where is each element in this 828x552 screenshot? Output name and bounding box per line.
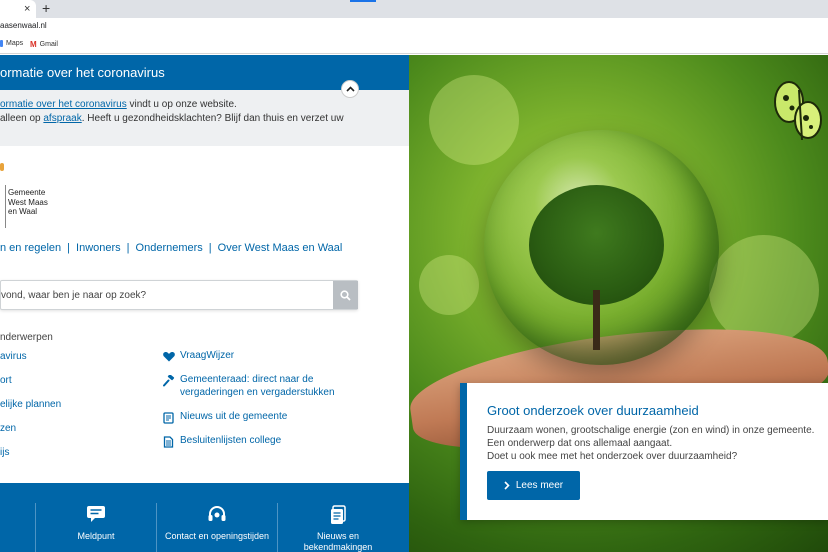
- topic-link-besluitenlijsten[interactable]: Besluitenlijsten college: [162, 435, 355, 448]
- corona-line-2: alleen op afspraak. Heeft u gezondheidsk…: [0, 113, 344, 124]
- bookmark-gmail-label: Gmail: [39, 41, 58, 48]
- promo-card: Groot onderzoek over duurzaamheid Duurza…: [460, 383, 828, 520]
- corona-line-1: ormatie over het coronavirus vindt u op …: [0, 99, 237, 110]
- bar-divider: [35, 503, 36, 552]
- nav-separator: |: [126, 242, 130, 254]
- bookmark-maps[interactable]: Maps: [0, 40, 23, 47]
- topic-link-nieuws[interactable]: Nieuws uit de gemeente: [162, 411, 355, 424]
- nav-item-regelen[interactable]: n en regelen: [0, 242, 61, 254]
- topic-label: Gemeenteraad: direct naar de vergadering…: [180, 374, 335, 398]
- search-input[interactable]: [1, 281, 333, 309]
- headset-icon: [208, 506, 226, 521]
- nav-separator: |: [67, 242, 71, 254]
- newspaper-icon: [162, 411, 175, 424]
- search-box: [0, 280, 358, 310]
- corona-line-1-text: vindt u op onze website.: [126, 99, 237, 110]
- bookmark-maps-label: Maps: [6, 40, 24, 47]
- quick-links-bar: Meldpunt Contact en openingstijden Nieuw…: [0, 483, 409, 552]
- left-content-pane: ormatie over het coronavirus ormatie ove…: [0, 55, 409, 552]
- topic-link-afvalkalender[interactable]: ijs: [0, 447, 9, 458]
- nav-item-inwoners[interactable]: Inwoners: [76, 242, 121, 254]
- lees-meer-button[interactable]: Lees meer: [487, 471, 580, 500]
- gavel-icon: [162, 374, 175, 387]
- documents-icon: [331, 505, 346, 524]
- promo-title[interactable]: Groot onderzoek over duurzaamheid: [487, 403, 699, 418]
- quick-link-label: Meldpunt: [77, 531, 115, 541]
- promo-question: Doet u ook mee met het onderzoek over du…: [487, 451, 738, 462]
- corona-line-2-prefix: alleen op: [0, 113, 44, 124]
- topic-link-gemeenteraad[interactable]: Gemeenteraad: direct naar de vergadering…: [162, 374, 355, 399]
- document-icon: [162, 435, 175, 448]
- gmail-icon: M: [30, 40, 37, 49]
- quick-link-contact[interactable]: Contact en openingstijden: [162, 505, 272, 542]
- tree-canopy-image: [529, 185, 664, 305]
- topic-link-vacatures[interactable]: zen: [0, 423, 16, 434]
- maps-icon: [0, 40, 3, 47]
- chevron-right-icon: [504, 481, 510, 490]
- topics-heading: nderwerpen: [0, 332, 53, 343]
- topic-label: Nieuws uit de gemeente: [180, 411, 288, 422]
- topic-link-coronavirus[interactable]: avirus: [0, 351, 27, 362]
- topic-link-paspoort[interactable]: ort: [0, 375, 12, 386]
- logo-divider: [5, 185, 6, 228]
- search-icon: [340, 289, 351, 301]
- butterfly-icon: [774, 81, 822, 141]
- search-button[interactable]: [333, 281, 358, 309]
- bar-divider: [156, 503, 157, 552]
- new-tab-icon[interactable]: +: [42, 1, 50, 16]
- heart-icon: [162, 350, 175, 363]
- tab-close-icon[interactable]: ×: [24, 2, 30, 16]
- topic-label: VraagWijzer: [180, 350, 235, 361]
- nav-item-ondernemers[interactable]: Ondernemers: [136, 242, 203, 254]
- afspraak-link[interactable]: afspraak: [43, 113, 81, 124]
- topic-label: Besluitenlijsten college: [180, 435, 282, 446]
- logo-mark-icon: [0, 163, 4, 171]
- browser-tab[interactable]: ×: [0, 0, 36, 18]
- main-navigation: n en regelen | Inwoners | Ondernemers | …: [0, 242, 342, 254]
- corona-line-2-text: . Heeft u gezondheidsklachten? Blijf dan…: [81, 113, 344, 124]
- bokeh-light: [419, 255, 479, 315]
- tree-trunk-image: [593, 290, 600, 350]
- corona-banner-title: ormatie over het coronavirus: [0, 65, 165, 80]
- tab-loading-indicator: [350, 0, 376, 2]
- bookmarks-bar: Maps M Gmail: [0, 38, 828, 54]
- promo-description: Duurzaam wonen, grootschalige energie (z…: [487, 425, 815, 449]
- corona-info-link[interactable]: ormatie over het coronavirus: [0, 99, 127, 110]
- browser-tab-bar: × +: [0, 0, 828, 18]
- bar-divider: [277, 503, 278, 552]
- topic-link-vraagwijzer[interactable]: VraagWijzer: [162, 350, 355, 363]
- quick-link-label: Contact en openingstijden: [164, 531, 270, 541]
- municipality-logo-text[interactable]: Gemeente West Maas en Waal: [8, 188, 58, 217]
- bookmark-gmail[interactable]: M Gmail: [30, 40, 58, 49]
- address-bar[interactable]: aasenwaal.nl: [0, 18, 828, 38]
- quick-link-meldpunt[interactable]: Meldpunt: [41, 505, 151, 542]
- nav-separator: |: [208, 242, 212, 254]
- nav-item-over[interactable]: Over West Maas en Waal: [218, 242, 343, 254]
- url-text[interactable]: aasenwaal.nl: [0, 21, 47, 30]
- collapse-banner-button[interactable]: [341, 80, 359, 98]
- corona-banner-body: ormatie over het coronavirus vindt u op …: [0, 90, 409, 146]
- topic-link-ruimtelijke-plannen[interactable]: elijke plannen: [0, 399, 61, 410]
- chat-icon: [87, 506, 105, 522]
- quick-link-label: Nieuws en bekendmakingen: [303, 531, 373, 552]
- lees-meer-label: Lees meer: [515, 480, 564, 491]
- bokeh-light: [429, 75, 519, 165]
- chevron-up-icon: [345, 86, 355, 92]
- quick-link-nieuws[interactable]: Nieuws en bekendmakingen: [283, 505, 393, 552]
- promo-body: Duurzaam wonen, grootschalige energie (z…: [487, 424, 822, 463]
